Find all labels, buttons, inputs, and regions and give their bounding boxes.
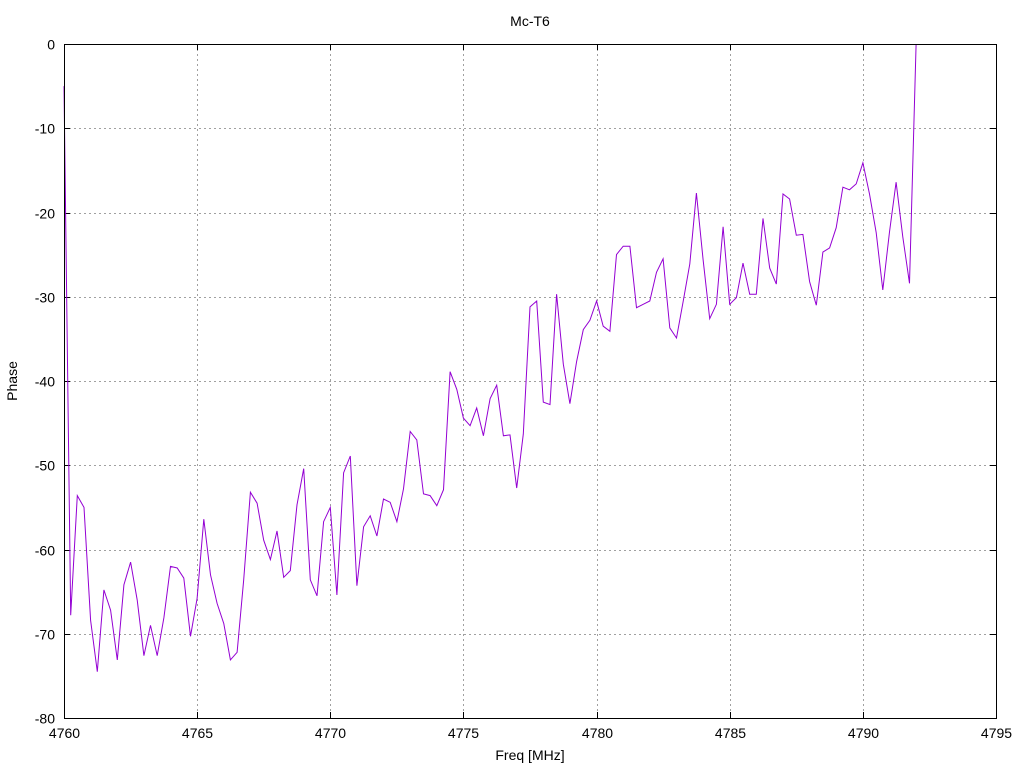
y-tick-label: -30 bbox=[35, 290, 55, 306]
chart-title: Mc-T6 bbox=[510, 13, 550, 29]
series-line bbox=[63, 43, 917, 672]
y-tick-label: 0 bbox=[47, 37, 55, 53]
y-tick-label: -40 bbox=[35, 374, 55, 390]
x-tick-label: 4760 bbox=[49, 725, 80, 741]
x-tick-label: 4770 bbox=[315, 725, 346, 741]
y-tick-label: -50 bbox=[35, 458, 55, 474]
x-tick-label: 4775 bbox=[448, 725, 479, 741]
x-tick-label: 4785 bbox=[715, 725, 746, 741]
y-tick-label: -70 bbox=[35, 627, 55, 643]
x-tick-label: 4780 bbox=[582, 725, 613, 741]
y-tick-label: -20 bbox=[35, 206, 55, 222]
y-tick-label: -80 bbox=[35, 711, 55, 727]
series-layer bbox=[63, 43, 917, 672]
y-axis-label: Phase bbox=[4, 361, 20, 401]
x-axis-label: Freq [MHz] bbox=[495, 747, 564, 763]
x-tick-label: 4765 bbox=[182, 725, 213, 741]
y-tick-label: -60 bbox=[35, 543, 55, 559]
x-tick-label: 4790 bbox=[848, 725, 879, 741]
x-tick-label: 4795 bbox=[981, 725, 1012, 741]
grid-lines bbox=[64, 44, 996, 718]
y-tick-label: -10 bbox=[35, 121, 55, 137]
axis-ticks: 4760 4765 4770 4775 4780 4785 4790 4795 0 -10 -20 -… bbox=[35, 37, 1013, 742]
phase-chart: 4760 4765 4770 4775 4780 4785 4790 4795 0 -10 -20 -… bbox=[4, 13, 1013, 763]
